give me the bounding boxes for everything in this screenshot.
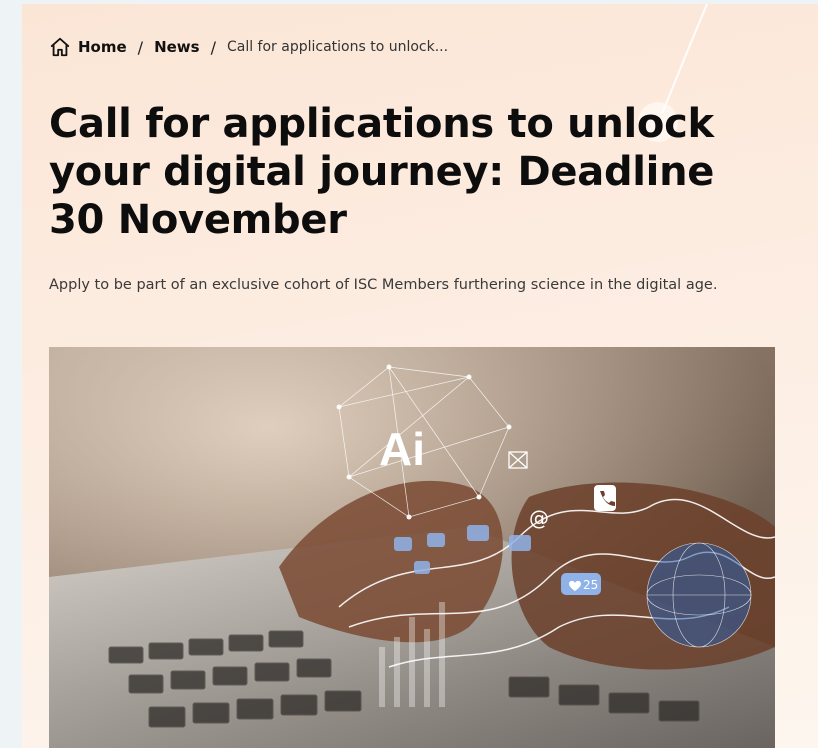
breadcrumb-news-link[interactable]: News	[154, 38, 200, 56]
at-sign-icon: @	[529, 506, 549, 530]
article-header-section: Home / News / Call for applications to u…	[22, 4, 818, 748]
breadcrumb: Home / News / Call for applications to u…	[49, 36, 448, 58]
breadcrumb-separator: /	[137, 37, 144, 57]
breadcrumb-separator: /	[210, 37, 216, 57]
page-title: Call for applications to unlock your dig…	[49, 101, 715, 243]
home-icon[interactable]	[49, 36, 71, 58]
ai-label: Ai	[379, 423, 425, 475]
breadcrumb-home-link[interactable]: Home	[78, 38, 127, 56]
hero-image: Ai @ 25	[49, 347, 775, 748]
like-count: 25	[583, 578, 598, 592]
breadcrumb-current-page: Call for applications to unlock...	[226, 39, 449, 55]
phone-icon	[594, 485, 616, 511]
article-subtitle: Apply to be part of an exclusive cohort …	[49, 277, 718, 293]
